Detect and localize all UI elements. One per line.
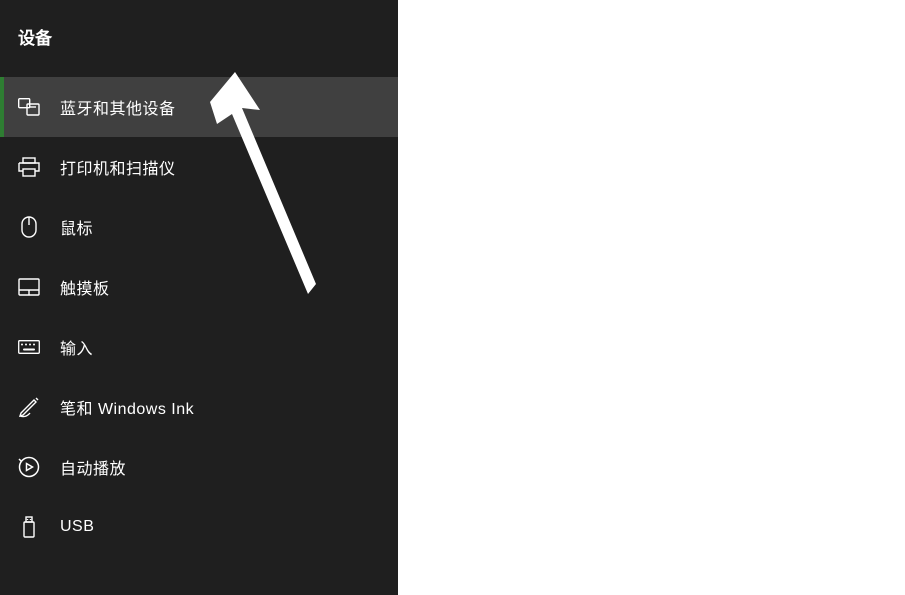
sidebar-nav: 蓝牙和其他设备 打印机和扫描仪 鼠标 (0, 77, 398, 557)
sidebar-item-label: 输入 (60, 335, 93, 359)
sidebar-item-label: 打印机和扫描仪 (60, 155, 176, 179)
sidebar-item-touchpad[interactable]: 触摸板 (0, 257, 398, 317)
sidebar-item-label: USB (60, 518, 94, 536)
printer-icon (18, 156, 40, 178)
sidebar-item-printers[interactable]: 打印机和扫描仪 (0, 137, 398, 197)
usb-icon (18, 516, 40, 538)
pen-icon (18, 396, 40, 418)
sidebar-item-autoplay[interactable]: 自动播放 (0, 437, 398, 497)
sidebar-item-pen[interactable]: 笔和 Windows Ink (0, 377, 398, 437)
devices-icon (18, 96, 40, 118)
sidebar-item-label: 笔和 Windows Ink (60, 395, 194, 419)
touchpad-icon (18, 276, 40, 298)
content-area (398, 0, 905, 595)
keyboard-icon (18, 336, 40, 358)
sidebar-item-bluetooth[interactable]: 蓝牙和其他设备 (0, 77, 398, 137)
sidebar-item-usb[interactable]: USB (0, 497, 398, 557)
autoplay-icon (18, 456, 40, 478)
sidebar-title: 设备 (0, 0, 398, 77)
sidebar-item-label: 蓝牙和其他设备 (60, 95, 176, 119)
sidebar-item-typing[interactable]: 输入 (0, 317, 398, 377)
sidebar-item-label: 自动播放 (60, 455, 126, 479)
sidebar-item-mouse[interactable]: 鼠标 (0, 197, 398, 257)
sidebar-item-label: 触摸板 (60, 275, 110, 299)
settings-sidebar: 设备 蓝牙和其他设备 打印机和扫描仪 (0, 0, 398, 595)
mouse-icon (18, 216, 40, 238)
sidebar-item-label: 鼠标 (60, 215, 93, 239)
